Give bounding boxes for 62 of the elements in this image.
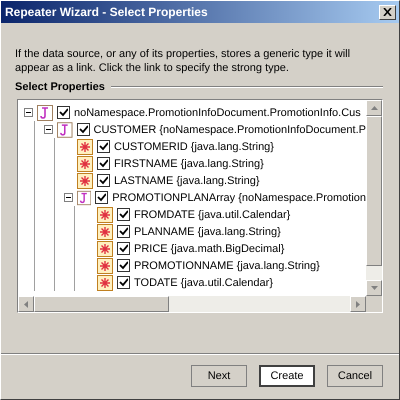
scroll-right-button[interactable] [350,296,366,312]
horizontal-scrollbar[interactable] [18,296,366,312]
tree-item-label[interactable]: PLANNAME {java.lang.String} [134,226,281,238]
star-icon [97,224,113,240]
minus-icon [26,110,31,115]
down-arrow-icon [370,286,378,290]
close-button[interactable] [379,4,396,20]
tree-item-label[interactable]: TODATE {java.util.Calendar} [134,276,273,288]
checkbox[interactable] [97,157,110,170]
checkbox[interactable] [117,242,130,255]
up-arrow-icon [370,106,378,110]
dialog-button[interactable]: Create [259,365,315,387]
checkbox[interactable] [117,225,130,238]
check-icon [59,108,68,117]
star-icon [97,274,113,290]
tree-item-label[interactable]: PRICE {java.math.BigDecimal} [134,242,284,254]
minus-icon [66,195,71,200]
class-icon [77,190,92,206]
tree-item-label[interactable]: CUSTOMER {noNamespace.PromotionInfoDocument.P [94,124,366,136]
tree-item-label[interactable]: CUSTOMERID {java.lang.String} [114,140,274,152]
right-arrow-icon [356,300,360,308]
dialog-button[interactable]: Cancel [327,365,383,387]
class-icon [37,104,53,120]
checkbox[interactable] [95,191,108,204]
star-icon [97,258,113,274]
description-text: If the data source, or any of its properties, stores a generic type it will appear as a link. Click the link to specify the strong type. [15,47,352,75]
star-icon [77,138,93,154]
check-icon [78,125,88,134]
star-icon [77,156,93,172]
scrollbar-thumb[interactable] [34,296,169,312]
star-icon [97,240,113,256]
collapse-toggle[interactable] [64,193,73,202]
tree-item-label[interactable]: PROMOTIONPLANArray {noNamespace.Promotion [112,192,366,204]
scroll-left-button[interactable] [18,296,34,312]
checkbox[interactable] [97,174,110,187]
class-icon [57,122,73,138]
tree-item-label[interactable]: noNamespace.PromotionInfoDocument.PromotionInfo.Cus [74,106,361,118]
tree-item-label[interactable]: PROMOTIONNAME {java.lang.String} [134,260,320,272]
collapse-toggle[interactable] [24,108,33,117]
star-icon [97,206,113,222]
tree-item-label[interactable]: FIRSTNAME {java.lang.String} [114,158,264,170]
star-icon [77,172,93,188]
checkbox[interactable] [117,276,130,289]
close-icon [383,8,392,16]
dialog-button[interactable]: Next [191,365,247,387]
left-arrow-icon [24,300,28,308]
tree-item-label[interactable]: FROMDATE {java.util.Calendar} [134,208,290,220]
checkbox[interactable] [117,208,130,221]
checkbox[interactable] [97,140,110,153]
scrollbar-thumb[interactable] [366,116,382,266]
collapse-toggle[interactable] [44,125,53,134]
scrollbar-corner [366,296,382,312]
checkbox[interactable] [76,123,90,136]
scroll-down-button[interactable] [366,280,382,296]
vertical-scrollbar[interactable] [366,100,382,296]
checkbox[interactable] [57,106,70,119]
checkbox[interactable] [117,259,130,272]
group-label: Select Properties [15,81,105,93]
tree-item-label[interactable]: LASTNAME {java.lang.String} [114,174,260,186]
minus-icon [46,127,51,132]
scroll-up-button[interactable] [366,100,382,116]
window-title: Repeater Wizard - Select Properties [5,5,208,19]
